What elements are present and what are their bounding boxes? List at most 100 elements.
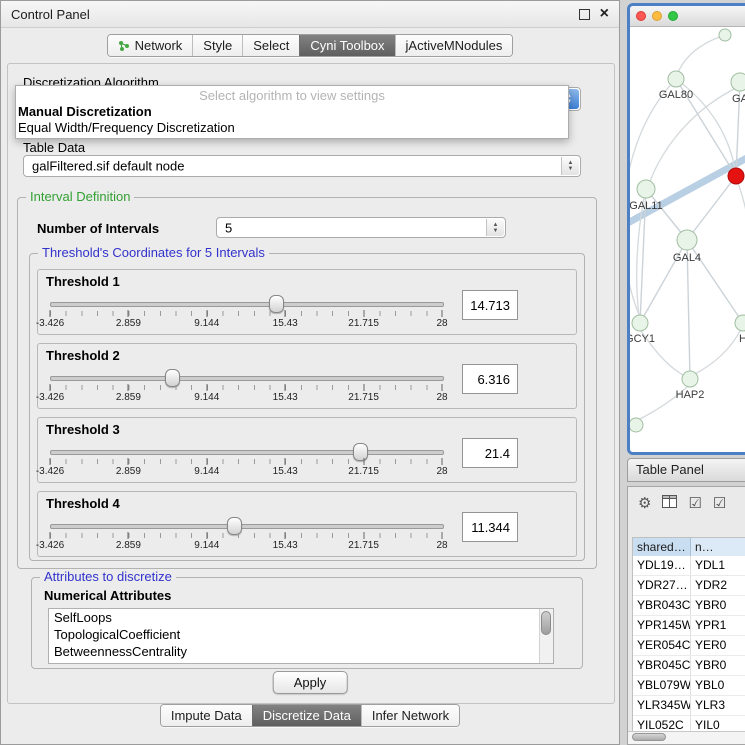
table-cell[interactable]: YIL052C bbox=[633, 716, 691, 732]
table-cell[interactable]: YBR043C bbox=[633, 596, 691, 615]
gear-icon[interactable]: ⚙ bbox=[638, 496, 651, 511]
network-node[interactable] bbox=[728, 168, 744, 184]
table-row[interactable]: YER054CYER0 bbox=[633, 636, 745, 656]
table-cell[interactable]: YBL0 bbox=[691, 676, 745, 695]
scrollbar-thumb[interactable] bbox=[632, 733, 666, 741]
dropdown-option[interactable]: Manual Discretization bbox=[16, 104, 568, 120]
table-row[interactable]: YDL19…YDL1 bbox=[633, 556, 745, 576]
tab-cyni-toolbox[interactable]: Cyni Toolbox bbox=[299, 35, 394, 56]
network-node[interactable] bbox=[630, 418, 643, 432]
table-cell[interactable]: YBR0 bbox=[691, 596, 745, 615]
columns-icon[interactable] bbox=[662, 495, 677, 511]
table-data-combobox[interactable]: galFiltered.sif default node ▲▼ bbox=[23, 155, 581, 177]
threshold-1-value-field[interactable]: 14.713 bbox=[462, 290, 518, 320]
horizontal-scrollbar[interactable] bbox=[628, 731, 745, 744]
threshold-2-panel: Threshold 2 -3.4262.8599.14415.4321.7152… bbox=[37, 343, 577, 409]
slider-major-ticks bbox=[50, 459, 442, 466]
column-header[interactable]: shared… bbox=[633, 538, 691, 556]
list-item[interactable]: SelfLoops bbox=[49, 609, 553, 626]
table-cell[interactable]: YLR345W bbox=[633, 696, 691, 715]
table-row[interactable]: YBL079WYBL0 bbox=[633, 676, 745, 696]
slider-track[interactable] bbox=[50, 376, 444, 381]
threshold-3-value-field[interactable]: 21.4 bbox=[462, 438, 518, 468]
threshold-label: Threshold 3 bbox=[46, 422, 120, 437]
network-canvas[interactable]: GAL80GAGAL11GAL4GCY1HHAP2 bbox=[630, 27, 745, 453]
table-cell[interactable]: YBR045C bbox=[633, 656, 691, 675]
table-cell[interactable]: YDR2 bbox=[691, 576, 745, 595]
minimize-traffic-light-icon[interactable] bbox=[652, 11, 662, 21]
tab-infer-network[interactable]: Infer Network bbox=[361, 705, 459, 726]
threshold-2-slider[interactable]: -3.4262.8599.14415.4321.71528 bbox=[50, 370, 442, 404]
threshold-2-value-field[interactable]: 6.316 bbox=[462, 364, 518, 394]
network-window-titlebar[interactable] bbox=[630, 6, 745, 27]
scrollbar-thumb[interactable] bbox=[541, 611, 551, 635]
list-item[interactable]: BetweennessCentrality bbox=[49, 643, 553, 660]
tab-label: Select bbox=[253, 38, 289, 53]
table-cell[interactable]: YDL19… bbox=[633, 556, 691, 575]
threshold-4-slider[interactable]: -3.4262.8599.14415.4321.71528 bbox=[50, 518, 442, 552]
table-cell[interactable]: YPR145W bbox=[633, 616, 691, 635]
table-row[interactable]: YBR045CYBR0 bbox=[633, 656, 745, 676]
combo-stepper-icon[interactable]: ▲▼ bbox=[486, 219, 504, 236]
table-cell[interactable]: YER0 bbox=[691, 636, 745, 655]
tab-discretize-data[interactable]: Discretize Data bbox=[252, 705, 361, 726]
table-cell[interactable]: YIL0 bbox=[691, 716, 745, 732]
network-node[interactable] bbox=[731, 73, 745, 91]
numerical-attributes-listbox[interactable]: SelfLoopsTopologicalCoefficientBetweenne… bbox=[48, 608, 554, 664]
checkbox-icon[interactable]: ☑ bbox=[688, 496, 701, 511]
table-cell[interactable]: YER054C bbox=[633, 636, 691, 655]
network-node[interactable] bbox=[735, 315, 745, 331]
table-cell[interactable]: YDR27… bbox=[633, 576, 691, 595]
table-cell[interactable]: YDL1 bbox=[691, 556, 745, 575]
list-item[interactable]: TopologicalCoefficient bbox=[49, 626, 553, 643]
zoom-traffic-light-icon[interactable] bbox=[668, 11, 678, 21]
table-data-value: galFiltered.sif default node bbox=[32, 159, 184, 174]
slider-track[interactable] bbox=[50, 302, 444, 307]
tab-label: Network bbox=[135, 38, 183, 53]
node-label: HAP2 bbox=[676, 389, 705, 401]
table-row[interactable]: YBR043CYBR0 bbox=[633, 596, 745, 616]
edges-layer bbox=[640, 79, 743, 379]
network-node[interactable] bbox=[682, 371, 698, 387]
table-data-label: Table Data bbox=[23, 140, 85, 155]
threshold-1-slider[interactable]: -3.4262.8599.14415.4321.71528 bbox=[50, 296, 442, 330]
network-node[interactable] bbox=[719, 29, 731, 41]
table-cell[interactable]: YBL079W bbox=[633, 676, 691, 695]
threshold-4-value-field[interactable]: 11.344 bbox=[462, 512, 518, 542]
tab-label: Style bbox=[203, 38, 232, 53]
network-node[interactable] bbox=[677, 230, 697, 250]
number-of-intervals-combobox[interactable]: 5 ▲▼ bbox=[216, 217, 506, 238]
float-icon[interactable] bbox=[579, 9, 590, 20]
apply-button[interactable]: Apply bbox=[273, 671, 348, 694]
network-node[interactable] bbox=[637, 180, 655, 198]
network-node[interactable] bbox=[668, 71, 684, 87]
attributes-group: Attributes to discretize Numerical Attri… bbox=[31, 577, 583, 669]
tab-network[interactable]: Network bbox=[108, 35, 193, 56]
tab-select[interactable]: Select bbox=[242, 35, 299, 56]
slider-major-ticks bbox=[50, 385, 442, 392]
table-row[interactable]: YLR345WYLR3 bbox=[633, 696, 745, 716]
control-panel-titlebar[interactable]: Control Panel × bbox=[1, 1, 619, 28]
close-icon[interactable]: × bbox=[600, 8, 609, 20]
table-cell[interactable]: YPR1 bbox=[691, 616, 745, 635]
network-node[interactable] bbox=[632, 315, 648, 331]
table-cell[interactable]: YBR0 bbox=[691, 656, 745, 675]
tab-impute-data[interactable]: Impute Data bbox=[161, 705, 252, 726]
table-row[interactable]: YIL052CYIL0 bbox=[633, 716, 745, 732]
slider-track[interactable] bbox=[50, 524, 444, 529]
list-scrollbar[interactable] bbox=[539, 609, 553, 663]
column-header[interactable]: n… bbox=[691, 538, 745, 556]
tab-style[interactable]: Style bbox=[192, 35, 242, 56]
table-cell[interactable]: YLR3 bbox=[691, 696, 745, 715]
threshold-3-slider[interactable]: -3.4262.8599.14415.4321.71528 bbox=[50, 444, 442, 478]
close-traffic-light-icon[interactable] bbox=[636, 11, 646, 21]
table-panel-header[interactable]: Table Panel bbox=[627, 458, 745, 482]
dropdown-option[interactable]: Equal Width/Frequency Discretization bbox=[16, 120, 568, 136]
slider-track[interactable] bbox=[50, 450, 444, 455]
checkbox-icon[interactable]: ☑ bbox=[713, 496, 726, 511]
tab-jactivemnodules[interactable]: jActiveMNodules bbox=[395, 35, 513, 56]
network-view-window[interactable]: GAL80GAGAL11GAL4GCY1HHAP2 bbox=[627, 3, 745, 455]
combo-stepper-icon[interactable]: ▲▼ bbox=[561, 157, 579, 175]
table-row[interactable]: YDR27…YDR2 bbox=[633, 576, 745, 596]
table-row[interactable]: YPR145WYPR1 bbox=[633, 616, 745, 636]
